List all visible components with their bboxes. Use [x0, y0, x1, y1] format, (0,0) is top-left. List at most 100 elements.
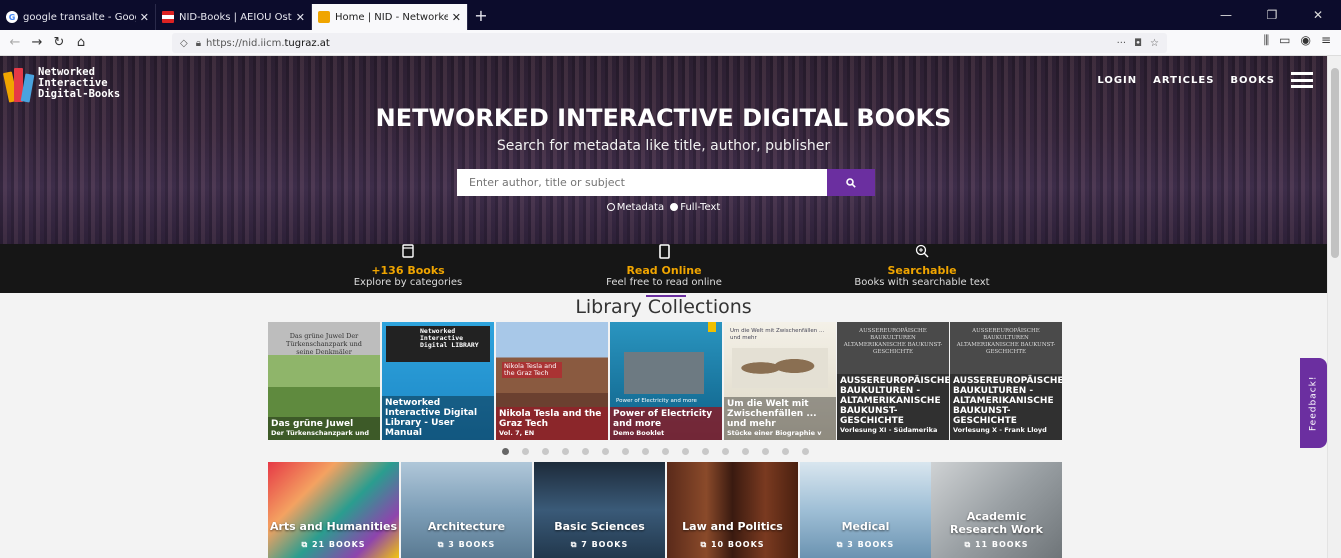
carousel-dot[interactable] [722, 448, 729, 455]
restore-icon[interactable]: ❐ [1249, 0, 1295, 30]
category-card[interactable]: Architecture ⧉ 3 BOOKS [401, 462, 532, 558]
books-logo-icon [2, 64, 36, 103]
nav-login[interactable]: LOGIN [1097, 75, 1137, 86]
category-name: Law and Politics [682, 520, 783, 533]
feature-title: Searchable [887, 264, 957, 277]
book-card[interactable]: AUSSEREUROPÄISCHE BAUKULTUREN ALTAMERIKA… [950, 322, 1062, 440]
book-card[interactable]: Power of Electricity and more Power of E… [610, 322, 722, 440]
carousel-dot[interactable] [642, 448, 649, 455]
nav-articles[interactable]: ARTICLES [1153, 75, 1214, 86]
page: Networked Interactive Digital-Books LOGI… [0, 56, 1341, 558]
tablet-icon [544, 244, 784, 264]
radio-metadata-label: Metadata [616, 202, 665, 213]
book-subtitle: Vorlesung X - Frank Lloyd [953, 426, 1047, 434]
bookmark-star-icon[interactable]: ☆ [1150, 38, 1159, 49]
minimize-icon[interactable]: — [1203, 0, 1249, 30]
category-name: Academic Research Work [949, 510, 1043, 536]
nav-books[interactable]: BOOKS [1230, 75, 1275, 86]
close-window-icon[interactable]: ✕ [1295, 0, 1341, 30]
site-logo[interactable]: Networked Interactive Digital-Books [2, 61, 124, 105]
page-scrollbar[interactable] [1327, 56, 1341, 558]
menu-icon[interactable]: ≡ [1321, 33, 1331, 48]
book-card[interactable]: AUSSEREUROPÄISCHE BAUKULTUREN ALTAMERIKA… [837, 322, 949, 440]
feature-title: +136 Books [371, 264, 445, 277]
feature-read-online[interactable]: Read Online Feel free to read online [544, 244, 784, 289]
google-icon: G [6, 11, 18, 23]
carousel-dot[interactable] [502, 448, 509, 455]
feature-title: Read Online [626, 264, 702, 277]
book-card[interactable]: Nikola Tesla and the Graz Tech Nikola Te… [496, 322, 608, 440]
book-subtitle: Vorlesung XI - Südamerika [840, 426, 938, 434]
feature-subtitle: Explore by categories [353, 277, 463, 288]
window-controls: — ❐ ✕ [1203, 0, 1341, 30]
radio-fulltext[interactable] [670, 203, 679, 211]
search-mode: Metadata Full-Text [0, 202, 1327, 213]
hamburger-icon[interactable] [1291, 72, 1313, 88]
book-cover-text: AUSSEREUROPÄISCHE BAUKULTUREN ALTAMERIKA… [956, 328, 1056, 355]
new-tab-button[interactable]: + [468, 4, 494, 30]
carousel-dot[interactable] [782, 448, 789, 455]
categories-row: Arts and Humanities ⧉ 21 BOOKS Architect… [268, 462, 1062, 558]
browser-tab-aeiou[interactable]: NID-Books | AEIOU Österreich-Lexikon ✕ [156, 4, 312, 30]
collections-title: Library Collections [575, 296, 752, 318]
carousel-dot[interactable] [802, 448, 809, 455]
carousel-dot[interactable] [662, 448, 669, 455]
category-card[interactable]: Arts and Humanities ⧉ 21 BOOKS [268, 462, 399, 558]
book-cover-text: Nikola Tesla and the Graz Tech [502, 362, 562, 378]
carousel-dot[interactable] [682, 448, 689, 455]
tab-title: NID-Books | AEIOU Österreich-Lexikon [179, 11, 292, 23]
category-card[interactable]: Academic Research Work ⧉ 11 BOOKS [931, 462, 1062, 558]
search-icon [846, 177, 856, 188]
carousel-dot[interactable] [522, 448, 529, 455]
url-bar[interactable]: ◇ 🔒︎ https://nid.iicm. tugraz.at ··· ◘ ☆ [172, 33, 1167, 53]
carousel-dot[interactable] [562, 448, 569, 455]
book-card[interactable]: Das grüne Juwel Der Türkenschanzpark und… [268, 322, 380, 440]
category-card[interactable]: Basic Sciences ⧉ 7 BOOKS [534, 462, 665, 558]
book-card[interactable]: Networked Interactive Digital LIBRARY Ne… [382, 322, 494, 440]
carousel-dot[interactable] [542, 448, 549, 455]
scrollbar-thumb[interactable] [1331, 68, 1339, 258]
radio-metadata[interactable] [606, 203, 615, 211]
category-name: Architecture [427, 520, 506, 533]
hero-subtitle: Search for metadata like title, author, … [496, 138, 831, 154]
account-icon[interactable]: ◉ [1300, 33, 1310, 48]
book-subtitle: Der Türkenschanzpark und [271, 429, 369, 437]
carousel-dot[interactable] [622, 448, 629, 455]
pocket-icon[interactable]: ◘ [1134, 38, 1142, 49]
home-icon[interactable]: ⌂ [70, 35, 92, 50]
close-icon[interactable]: ✕ [296, 11, 305, 24]
carousel-dot[interactable] [762, 448, 769, 455]
forward-icon[interactable]: → [26, 35, 48, 50]
reload-icon[interactable]: ↻ [48, 35, 70, 50]
top-nav: LOGIN ARTICLES BOOKS [1097, 72, 1313, 88]
back-icon[interactable]: ← [4, 35, 26, 50]
carousel-dot[interactable] [582, 448, 589, 455]
browser-tab-google[interactable]: G google transalte - Google Search ✕ [0, 4, 156, 30]
search-form [457, 169, 875, 196]
reader-view-icon[interactable]: ▭ [1279, 33, 1290, 48]
book-card[interactable]: Um die Welt mit Zwischenfällen ... und m… [724, 322, 836, 440]
carousel-dot[interactable] [742, 448, 749, 455]
books-icon: ⧉ [437, 540, 449, 549]
search-button[interactable] [827, 169, 875, 196]
feature-books[interactable]: +136 Books Explore by categories [288, 244, 528, 289]
book-title: AUSSEREUROPÄISCHE BAUKULTUREN - ALTAMERI… [953, 376, 1062, 426]
book-title: Power of Electricity and more [613, 409, 713, 429]
logo-line: Interactive [38, 76, 108, 89]
url-prefix: https://nid.iicm. [206, 37, 285, 49]
more-actions-icon[interactable]: ··· [1117, 38, 1127, 49]
feedback-tab[interactable]: Feedback! [1300, 358, 1327, 448]
browser-tab-nid[interactable]: Home | NID - Networked Interactive ✕ [312, 4, 468, 30]
search-input[interactable] [457, 169, 827, 196]
close-icon[interactable]: ✕ [140, 11, 149, 24]
carousel-dot[interactable] [702, 448, 709, 455]
close-icon[interactable]: ✕ [452, 11, 461, 24]
feature-searchable[interactable]: Searchable Books with searchable text [802, 244, 1042, 289]
category-name: Arts and Humanities [269, 520, 398, 533]
carousel-dot[interactable] [602, 448, 609, 455]
category-card[interactable]: Medical ⧉ 3 BOOKS [800, 462, 931, 558]
features-strip: +136 Books Explore by categories Read On… [0, 244, 1327, 293]
category-card[interactable]: Law and Politics ⧉ 10 BOOKS [667, 462, 798, 558]
shield-icon: ◇ [180, 37, 188, 49]
library-icon[interactable]: ⫼ [1264, 33, 1270, 48]
